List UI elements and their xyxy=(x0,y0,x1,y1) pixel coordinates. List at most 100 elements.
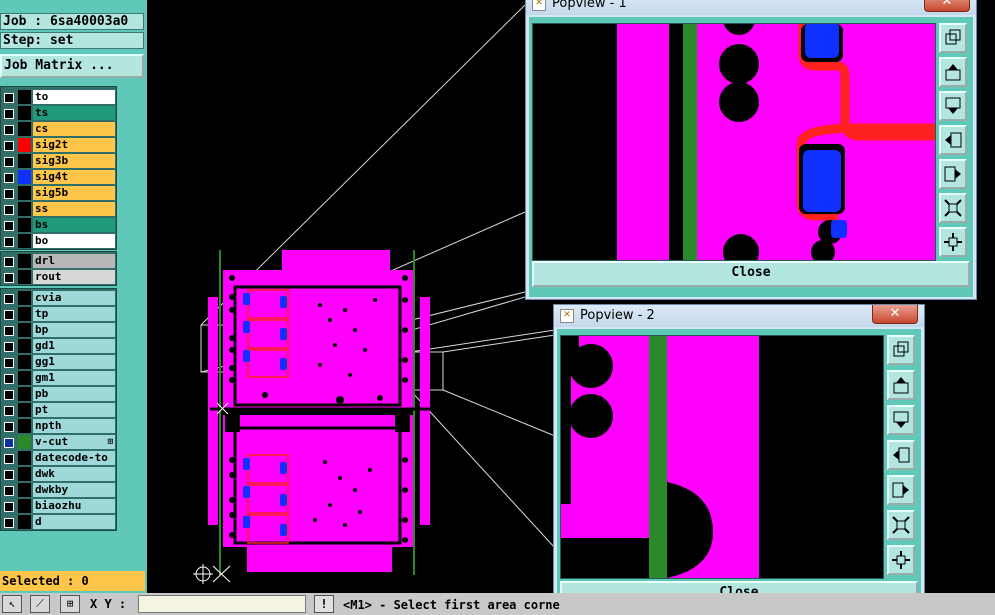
layer-row-rout[interactable]: rout xyxy=(1,269,116,285)
layer-checkbox[interactable] xyxy=(4,358,14,368)
layer-row-sig2t[interactable]: sig2t xyxy=(1,137,116,153)
layer-row-npth[interactable]: npth xyxy=(1,418,116,434)
layer-row-datecode-to[interactable]: datecode-to xyxy=(1,450,116,466)
xy-input[interactable] xyxy=(138,595,306,613)
popview-1-pan-down-button[interactable] xyxy=(939,91,967,121)
layer-checkbox[interactable] xyxy=(4,294,14,304)
layer-name[interactable]: ss xyxy=(33,202,115,216)
popview-2-pan-down-button[interactable] xyxy=(887,405,915,435)
popview-2-close-x-button[interactable]: ✕ xyxy=(872,305,918,324)
layer-checkbox[interactable] xyxy=(4,125,14,135)
layer-name[interactable]: gd1 xyxy=(33,339,115,353)
layer-name[interactable]: sig3b xyxy=(33,154,115,168)
layer-name[interactable]: to xyxy=(33,90,115,104)
layer-row-bs[interactable]: bs xyxy=(1,217,116,233)
layer-row-ss[interactable]: ss xyxy=(1,201,116,217)
popview-2-viewport[interactable] xyxy=(560,335,884,579)
layer-color-swatch[interactable] xyxy=(18,387,31,401)
layer-name[interactable]: d xyxy=(33,515,115,529)
layer-color-swatch[interactable] xyxy=(18,483,31,497)
layer-checkbox[interactable] xyxy=(4,326,14,336)
layer-checkbox[interactable] xyxy=(4,406,14,416)
layer-name[interactable]: sig4t xyxy=(33,170,115,184)
popview-2-pan-right-button[interactable] xyxy=(887,475,915,505)
layer-checkbox[interactable] xyxy=(4,189,14,199)
grid-icon[interactable]: ⊞ xyxy=(60,595,80,613)
layer-color-swatch[interactable] xyxy=(18,138,31,152)
layer-color-swatch[interactable] xyxy=(18,467,31,481)
popview-1-pan-up-button[interactable] xyxy=(939,57,967,87)
layer-checkbox[interactable] xyxy=(4,502,14,512)
layer-color-swatch[interactable] xyxy=(18,323,31,337)
layer-checkbox[interactable] xyxy=(4,454,14,464)
layer-checkbox[interactable] xyxy=(4,157,14,167)
layer-row-sig3b[interactable]: sig3b xyxy=(1,153,116,169)
select-arrow-icon[interactable]: ↖ xyxy=(2,595,22,613)
layer-checkbox[interactable] xyxy=(4,257,14,267)
layer-checkbox[interactable] xyxy=(4,109,14,119)
layer-color-swatch[interactable] xyxy=(18,291,31,305)
drill-list-scrollbar[interactable] xyxy=(117,251,145,286)
popview-1-titlebar[interactable]: ✕ Popview - 1 ✕ xyxy=(526,0,976,15)
layer-color-swatch[interactable] xyxy=(18,270,31,284)
layer-row-v-cut[interactable]: v-cut ⊞ xyxy=(1,434,116,450)
layer-row-bo[interactable]: bo xyxy=(1,233,116,249)
layer-name[interactable]: datecode-to xyxy=(33,451,115,465)
layer-row-sig4t[interactable]: sig4t xyxy=(1,169,116,185)
layer-color-swatch[interactable] xyxy=(18,339,31,353)
popview-2-pan-left-button[interactable] xyxy=(887,440,915,470)
layer-color-swatch[interactable] xyxy=(18,90,31,104)
layer-row-gg1[interactable]: gg1 xyxy=(1,354,116,370)
layer-name[interactable]: v-cut ⊞ xyxy=(33,435,115,449)
layer-row-ts[interactable]: ts xyxy=(1,105,116,121)
layer-list-scrollbar[interactable] xyxy=(117,86,145,250)
layer-color-swatch[interactable] xyxy=(18,218,31,232)
popview-1-pan-left-button[interactable] xyxy=(939,125,967,155)
layer-checkbox[interactable] xyxy=(4,310,14,320)
layer-row-bp[interactable]: bp xyxy=(1,322,116,338)
layer-name[interactable]: gg1 xyxy=(33,355,115,369)
layer-row-biaozhu[interactable]: biaozhu xyxy=(1,498,116,514)
popview-2-zoom-in-button[interactable] xyxy=(887,510,915,540)
layer-color-swatch[interactable] xyxy=(18,355,31,369)
layer-checkbox[interactable] xyxy=(4,221,14,231)
misc-list-scrollbar[interactable] xyxy=(117,288,145,531)
layer-color-swatch[interactable] xyxy=(18,419,31,433)
layer-checkbox[interactable] xyxy=(4,93,14,103)
popview-1-close-button[interactable]: Close xyxy=(532,261,970,287)
layer-name[interactable]: bs xyxy=(33,218,115,232)
layer-checkbox[interactable] xyxy=(4,205,14,215)
popview-1-zoom-out-button[interactable] xyxy=(939,227,967,257)
layer-color-swatch[interactable] xyxy=(18,186,31,200)
layer-checkbox[interactable] xyxy=(4,237,14,247)
layer-checkbox[interactable] xyxy=(4,422,14,432)
layer-color-swatch[interactable] xyxy=(18,451,31,465)
measure-icon[interactable]: ⟋ xyxy=(30,595,50,613)
layer-name[interactable]: tp xyxy=(33,307,115,321)
layer-checkbox[interactable] xyxy=(4,470,14,480)
job-matrix-button[interactable]: Job Matrix ... xyxy=(0,54,144,78)
layer-color-swatch[interactable] xyxy=(18,122,31,136)
layer-row-dwkby[interactable]: dwkby xyxy=(1,482,116,498)
layer-name[interactable]: sig5b xyxy=(33,186,115,200)
layer-name[interactable]: pb xyxy=(33,387,115,401)
layer-name[interactable]: pt xyxy=(33,403,115,417)
layer-color-swatch[interactable] xyxy=(18,254,31,268)
layer-name[interactable]: ts xyxy=(33,106,115,120)
layer-checkbox[interactable] xyxy=(4,390,14,400)
popview-2-titlebar[interactable]: ✕ Popview - 2 ✕ xyxy=(554,305,924,327)
layer-name[interactable]: rout xyxy=(33,270,115,284)
layer-color-swatch[interactable] xyxy=(18,154,31,168)
layer-checkbox[interactable] xyxy=(4,374,14,384)
layer-color-swatch[interactable] xyxy=(18,515,31,529)
popview-1-close-x-button[interactable]: ✕ xyxy=(924,0,970,12)
popview-2-pan-up-button[interactable] xyxy=(887,370,915,400)
layer-name[interactable]: bo xyxy=(33,234,115,248)
layer-color-swatch[interactable] xyxy=(18,435,31,449)
popview-1-zoom-in-button[interactable] xyxy=(939,193,967,223)
popview-1-viewport[interactable] xyxy=(532,23,936,261)
layer-name[interactable]: bp xyxy=(33,323,115,337)
layer-name[interactable]: cs xyxy=(33,122,115,136)
layer-row-d[interactable]: d xyxy=(1,514,116,530)
layer-row-drl[interactable]: drl xyxy=(1,253,116,269)
